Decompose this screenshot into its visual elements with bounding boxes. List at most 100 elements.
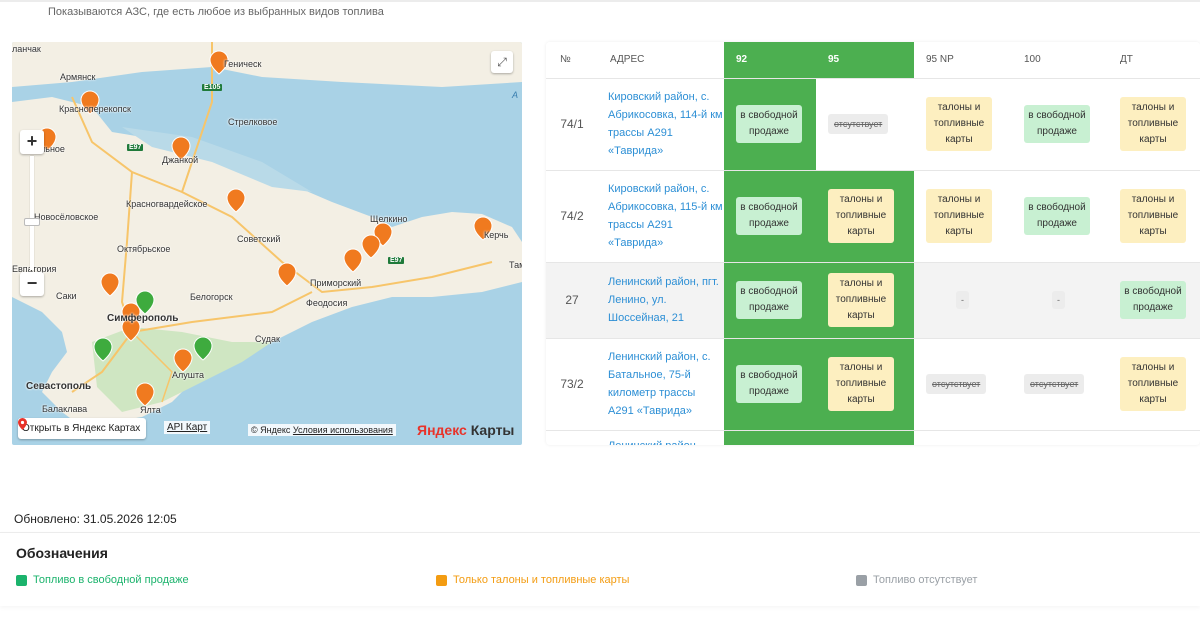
legend-label-free: Топливо в свободной продаже (33, 574, 189, 586)
legend-swatch-coupons (436, 574, 447, 586)
row-number: 73/2 (546, 338, 598, 431)
legend: Обозначения Топливо в свободной продаже … (0, 532, 1200, 606)
map-label-krasnoperekopsk: Красноперекопск (59, 104, 131, 114)
zoom-slider-handle[interactable] (24, 218, 40, 226)
map-label-alushta: Алушта (172, 370, 205, 380)
status-badge-none: - (1052, 291, 1065, 309)
map-label-primorskiy: Приморский (310, 278, 362, 288)
open-in-yandex-maps-label: Открыть в Яндекс Картах (22, 423, 141, 434)
status-badge-free: в свободной продаже (1120, 281, 1186, 319)
status-badge-coupons: талоны и топливные карты (926, 97, 992, 151)
filter-notice: Показываются АЗС, где есть любое из выбр… (48, 6, 384, 18)
map-label-shchelkino: Щелкино (370, 214, 408, 224)
api-maps-link[interactable]: API Карт (164, 421, 211, 434)
legend-label-absent: Топливо отсутствует (873, 574, 978, 586)
map-label-balaklava: Балаклава (42, 404, 88, 414)
table-row: 74/1 Кировский район, с. Абрикосовка, 11… (546, 78, 1200, 171)
legend-label-coupons: Только талоны и топливные карты (453, 574, 630, 586)
stations-table-container: № АДРЕС 92 95 95 NP 100 ДТ 74/1 Кировски… (546, 42, 1200, 445)
terms-link[interactable]: Условия использования (293, 425, 393, 435)
map-label-sevastopol: Севастополь (26, 381, 92, 392)
station-address-link[interactable]: Ленинский район, (598, 430, 724, 445)
status-badge-none: - (956, 291, 969, 309)
map-label-sovetskiy: Советский (237, 234, 281, 244)
header-fuel-dt[interactable]: ДТ (1108, 42, 1200, 79)
map-label-saki: Саки (56, 291, 77, 301)
road-badge-e97-east: E97 (388, 257, 405, 264)
status-badge-absent: отсутствует (926, 374, 987, 394)
fullscreen-button[interactable]: ⤢ (491, 51, 513, 73)
header-num: № (546, 42, 598, 79)
map-label-dzhankoy: Джанкой (162, 155, 199, 165)
logo-brand: Яндекс (417, 422, 467, 438)
status-badge-coupons: талоны и топливные карты (828, 357, 894, 411)
status-badge-coupons: талоны и топливные карты (1120, 97, 1186, 151)
status-badge-coupons: талоны и топливные карты (1120, 357, 1186, 411)
status-badge-free: в свободной продаже (736, 105, 802, 143)
legend-swatch-absent (856, 574, 867, 586)
table-row: 27 Ленинский район, пгт. Ленино, ул. Шос… (546, 262, 1200, 339)
road-badge-e105: E105 (202, 84, 223, 91)
status-badge-free: в свободной продаже (1024, 197, 1090, 235)
map-copyright: © Яндекс Условия использования (248, 424, 396, 436)
legend-swatch-free (16, 574, 27, 586)
header-address: АДРЕС (598, 42, 724, 79)
map-label-lanchak: ланчак (12, 44, 41, 54)
status-badge-free: в свободной продаже (736, 365, 802, 403)
status-badge-free: в свободной продаже (736, 281, 802, 319)
status-badge-coupons: талоны и топливные карты (828, 189, 894, 243)
stations-map[interactable]: ланчак Армянск Геническ Красноперекопск … (12, 42, 522, 445)
status-badge-coupons: талоны и топливные карты (828, 273, 894, 327)
legend-title: Обозначения (16, 545, 108, 561)
legend-item-coupons: Только талоны и топливные карты (436, 574, 629, 586)
row-number: 74/2 (546, 170, 598, 263)
header-fuel-100[interactable]: 100 (1012, 42, 1108, 79)
header-fuel-92[interactable]: 92 (724, 42, 816, 79)
road-badge-e97: E97 (127, 144, 144, 151)
map-label-sudak: Судак (255, 334, 280, 344)
table-header-row: № АДРЕС 92 95 95 NP 100 ДТ (546, 42, 1200, 79)
status-badge-absent: отсутствует (828, 114, 889, 134)
row-number: 74/1 (546, 78, 598, 171)
zoom-control: + − (20, 130, 44, 298)
status-badge-coupons: талоны и топливные карты (926, 189, 992, 243)
map-label-krasnogvardeyskoe: Красногвардейское (126, 199, 208, 209)
header-fuel-95[interactable]: 95 (816, 42, 914, 79)
yandex-maps-logo[interactable]: Яндекс Карты (417, 422, 514, 438)
status-badge-free: в свободной продаже (1024, 105, 1090, 143)
map-label-armyansk: Армянск (60, 72, 96, 82)
stations-table: № АДРЕС 92 95 95 NP 100 ДТ 74/1 Кировски… (546, 42, 1200, 445)
map-label-belogorsk: Белогорск (190, 292, 233, 302)
map-label-genichesk: Геническ (224, 59, 262, 69)
zoom-out-button[interactable]: − (20, 272, 44, 296)
expand-icon: ⤢ (497, 55, 507, 69)
logo-product: Карты (470, 422, 515, 438)
map-label-feodosia: Феодосия (306, 298, 348, 308)
map-label-taman: Там (509, 260, 522, 270)
map-label-yalta: Ялта (140, 405, 161, 415)
map-label-strelkovoe: Стрелковое (228, 117, 278, 127)
status-badge-absent: отсутствует (1024, 374, 1085, 394)
station-address-link[interactable]: Кировский район, с. Абрикосовка, 114-й к… (598, 78, 724, 171)
status-badge-free: в свободной продаже (736, 197, 802, 235)
map-pin-icon (18, 418, 27, 430)
header-fuel-95np[interactable]: 95 NP (914, 42, 1012, 79)
map-label-oktyabrskoe: Октябрьское (117, 244, 171, 254)
zoom-in-button[interactable]: + (20, 130, 44, 154)
copyright-text: © Яндекс (251, 425, 291, 435)
table-row: 73/2 Ленинский район, с. Батальное, 75-й… (546, 338, 1200, 431)
map-label-sea: А (512, 90, 519, 100)
row-number (546, 430, 598, 445)
station-address-link[interactable]: Ленинский район, пгт. Ленино, ул. Шоссей… (598, 262, 724, 339)
zoom-slider-track[interactable] (30, 156, 34, 270)
table-row: 74/2 Кировский район, с. Абрикосовка, 11… (546, 170, 1200, 263)
map-label-simferopol: Симферополь (107, 313, 179, 324)
map-label-kerch: Керчь (484, 230, 509, 240)
station-address-link[interactable]: Ленинский район, с. Батальное, 75-й кило… (598, 338, 724, 431)
status-badge-coupons: талоны и топливные карты (1120, 189, 1186, 243)
row-number: 27 (546, 262, 598, 339)
station-address-link[interactable]: Кировский район, с. Абрикосовка, 115-й к… (598, 170, 724, 263)
open-in-yandex-maps-button[interactable]: Открыть в Яндекс Картах (18, 418, 147, 439)
legend-item-absent: Топливо отсутствует (856, 574, 977, 586)
legend-item-free: Топливо в свободной продаже (16, 574, 189, 586)
